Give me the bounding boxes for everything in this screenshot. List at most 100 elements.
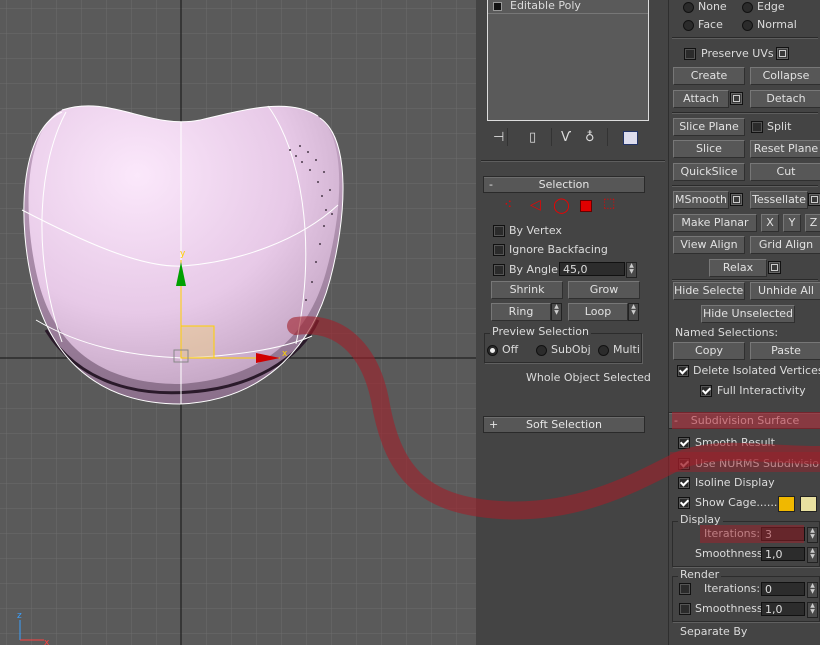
border-level-icon[interactable]: ◯ <box>553 196 570 214</box>
ignore-backfacing-checkbox[interactable] <box>493 244 505 256</box>
preview-off-radio[interactable] <box>487 345 498 356</box>
slice-plane-button[interactable]: Slice Plane <box>673 118 745 136</box>
quickslice-button[interactable]: QuickSlice <box>673 163 745 181</box>
preview-multi-radio[interactable] <box>598 345 609 356</box>
render-smoothness-input[interactable]: 1,0 <box>761 602 805 616</box>
angle-spinner-arrows[interactable]: ▲ ▼ <box>626 262 637 278</box>
loop-spinner-arrows[interactable]: ▲ ▼ <box>628 303 639 321</box>
constraint-normal-radio[interactable] <box>742 20 753 31</box>
smooth-result-checkbox[interactable] <box>678 437 690 449</box>
vertex-level-icon[interactable]: ⁖ <box>504 197 512 213</box>
divider <box>551 128 552 146</box>
display-smoothness-input[interactable]: 1,0 <box>761 547 805 561</box>
constraint-none-label: None <box>698 0 727 13</box>
modifier-stack-item[interactable]: Editable Poly <box>488 0 648 14</box>
cage-color-swatch-2[interactable] <box>800 496 817 512</box>
pin-stack-icon[interactable]: ⊣ <box>493 130 504 145</box>
expand-toggle-icon[interactable] <box>493 2 502 11</box>
attach-settings-icon[interactable] <box>730 92 743 105</box>
grid-align-button[interactable]: Grid Align <box>750 236 820 254</box>
viewport[interactable]: y x z x <box>0 0 476 645</box>
collapse-button[interactable]: Collapse <box>750 67 820 85</box>
preview-subobj-radio[interactable] <box>536 345 547 356</box>
gizmo-label-y: y <box>180 249 186 259</box>
triad-label-z: z <box>17 611 22 621</box>
loop-button[interactable]: Loop <box>568 303 628 321</box>
render-group-title: Render <box>678 568 722 581</box>
msmooth-settings-icon[interactable] <box>730 193 743 206</box>
planar-y-button[interactable]: Y <box>783 214 801 232</box>
display-group-title: Display <box>678 513 723 526</box>
render-iterations-arrows[interactable]: ▲ ▼ <box>807 582 818 598</box>
use-nurms-checkbox[interactable] <box>678 458 690 470</box>
create-button[interactable]: Create <box>673 67 745 85</box>
make-planar-button[interactable]: Make Planar <box>673 214 757 232</box>
preview-selection-title: Preview Selection <box>490 325 592 338</box>
reset-plane-button[interactable]: Reset Plane <box>750 140 820 158</box>
isoline-display-checkbox[interactable] <box>678 477 690 489</box>
render-smoothness-checkbox[interactable] <box>679 603 691 615</box>
ring-spinner-arrows[interactable]: ▲ ▼ <box>551 303 562 321</box>
constraint-none-radio[interactable] <box>683 2 694 13</box>
separator <box>672 185 818 187</box>
remove-modifier-icon[interactable]: ♁ <box>585 130 595 145</box>
subdivision-rollout-header[interactable]: - Subdivision Surface <box>668 412 820 429</box>
delete-isolated-vertices-checkbox[interactable] <box>677 365 689 377</box>
render-iterations-input[interactable]: 0 <box>761 582 805 596</box>
ring-button[interactable]: Ring <box>491 303 551 321</box>
render-iterations-checkbox[interactable] <box>679 583 691 595</box>
ignore-backfacing-label: Ignore Backfacing <box>509 243 608 256</box>
edge-level-icon[interactable]: ◁ <box>530 197 541 213</box>
show-cage-checkbox[interactable] <box>678 497 690 509</box>
preserve-uvs-label: Preserve UVs <box>701 47 774 60</box>
hide-selected-button[interactable]: Hide Selected <box>673 282 745 300</box>
show-end-result-icon[interactable]: ▯ <box>529 130 536 145</box>
planar-z-button[interactable]: Z <box>805 214 820 232</box>
hide-unselected-button[interactable]: Hide Unselected <box>701 305 795 323</box>
angle-spinner-input[interactable]: 45,0 <box>559 262 625 276</box>
attach-button[interactable]: Attach <box>673 90 729 108</box>
soft-selection-rollout-header[interactable]: + Soft Selection <box>483 416 645 433</box>
paste-button[interactable]: Paste <box>750 342 820 360</box>
tessellate-button[interactable]: Tessellate <box>750 191 808 209</box>
display-iterations-arrows[interactable]: ▲ ▼ <box>807 527 818 543</box>
element-level-icon[interactable]: ⬚ <box>603 196 615 211</box>
modifier-stack-list[interactable]: Editable Poly <box>487 0 649 121</box>
copy-button[interactable]: Copy <box>673 342 745 360</box>
make-unique-icon[interactable]: Ѵ <box>561 130 571 145</box>
cut-button[interactable]: Cut <box>750 163 820 181</box>
tessellate-settings-icon[interactable] <box>808 193 820 206</box>
full-interactivity-checkbox[interactable] <box>700 385 712 397</box>
unhide-all-button[interactable]: Unhide All <box>750 282 820 300</box>
relax-settings-icon[interactable] <box>768 261 781 274</box>
relax-button[interactable]: Relax <box>709 259 767 277</box>
gizmo-label-x: x <box>282 349 288 359</box>
constraint-edge-radio[interactable] <box>742 2 753 13</box>
display-iterations-input[interactable]: 3 <box>761 527 805 541</box>
preserve-uvs-checkbox[interactable] <box>684 48 696 60</box>
msmooth-button[interactable]: MSmooth <box>673 191 729 209</box>
by-angle-checkbox[interactable] <box>493 264 505 276</box>
display-smoothness-arrows[interactable]: ▲ ▼ <box>807 547 818 563</box>
split-checkbox[interactable] <box>751 121 763 133</box>
selection-rollout-header[interactable]: - Selection <box>483 176 645 193</box>
polygon-level-icon[interactable] <box>580 200 592 212</box>
viewport-canvas[interactable]: y x z x <box>0 0 476 645</box>
shrink-button[interactable]: Shrink <box>491 281 563 299</box>
grow-button[interactable]: Grow <box>568 281 640 299</box>
configure-modifier-sets-icon[interactable] <box>623 131 638 145</box>
split-label: Split <box>767 120 792 133</box>
by-vertex-checkbox[interactable] <box>493 225 505 237</box>
detach-button[interactable]: Detach <box>750 90 820 108</box>
named-selections-label: Named Selections: <box>675 326 779 339</box>
preserve-uvs-settings-icon[interactable] <box>776 47 789 60</box>
show-cage-label: Show Cage...... <box>695 496 778 509</box>
view-align-button[interactable]: View Align <box>673 236 745 254</box>
constraint-face-radio[interactable] <box>683 20 694 31</box>
separator <box>672 112 818 114</box>
cage-color-swatch-1[interactable] <box>778 496 795 512</box>
planar-x-button[interactable]: X <box>761 214 779 232</box>
separate-by-label: Separate By <box>680 625 748 638</box>
render-smoothness-arrows[interactable]: ▲ ▼ <box>807 602 818 618</box>
slice-button[interactable]: Slice <box>673 140 745 158</box>
